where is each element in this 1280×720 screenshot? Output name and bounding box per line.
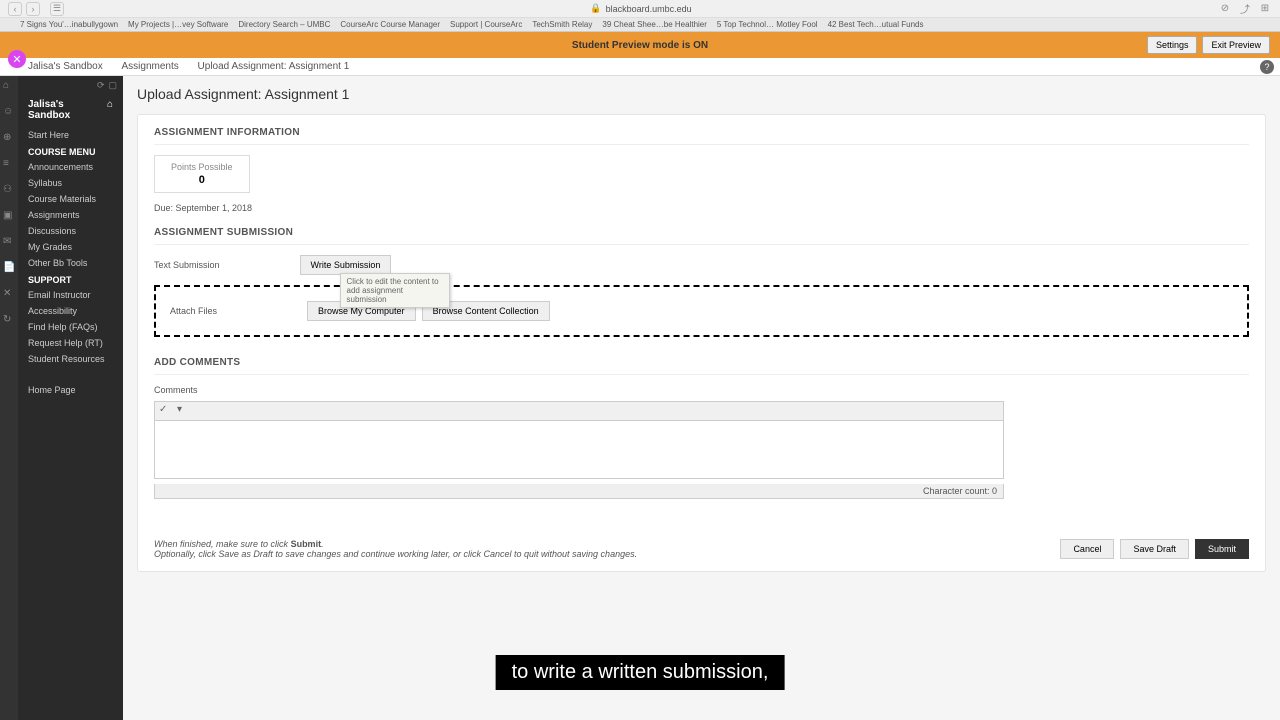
cancel-button[interactable]: Cancel — [1060, 539, 1114, 559]
tabs-icon[interactable]: ⊞ — [1258, 2, 1272, 16]
course-title[interactable]: Jalisa's Sandbox ⌂ — [18, 93, 123, 127]
breadcrumb-item[interactable]: Jalisa's Sandbox — [28, 61, 103, 72]
url-bar[interactable]: 🔒 blackboard.umbc.edu — [64, 3, 1218, 14]
sidebar-item-start-here[interactable]: Start Here — [18, 127, 123, 143]
sidebar-item-course-materials[interactable]: Course Materials — [18, 191, 123, 207]
page-title: Upload Assignment: Assignment 1 — [137, 86, 1266, 102]
shield-icon[interactable]: ⊘ — [1218, 2, 1232, 16]
bookmark-item[interactable]: 39 Cheat Shee…be Healthier — [602, 20, 707, 29]
list-icon[interactable]: ≡ — [3, 158, 15, 170]
chevron-down-icon[interactable]: ▾ — [177, 404, 191, 418]
breadcrumb-item: Upload Assignment: Assignment 1 — [198, 61, 350, 72]
sidebar-item-announcements[interactable]: Announcements — [18, 159, 123, 175]
points-value: 0 — [171, 174, 233, 186]
sidebar-item-accessibility[interactable]: Accessibility — [18, 303, 123, 319]
sidebar-item-email[interactable]: Email Instructor — [18, 287, 123, 303]
exit-icon[interactable]: ↻ — [3, 314, 15, 326]
share-icon[interactable]: ⤴ — [1238, 2, 1252, 16]
attach-files-label: Attach Files — [170, 306, 217, 316]
tools-icon[interactable]: ✕ — [3, 288, 15, 300]
bookmark-item[interactable]: 5 Top Technol… Motley Fool — [717, 20, 818, 29]
browser-nav: ‹ › ☰ — [8, 2, 64, 16]
lock-icon: 🔒 — [590, 3, 601, 14]
group-icon[interactable]: ⚇ — [3, 184, 15, 196]
attach-files-dropzone[interactable]: Attach Files Browse My Computer Browse C… — [154, 285, 1249, 337]
bookmark-item[interactable]: 42 Best Tech…utual Funds — [828, 20, 924, 29]
sidebar-item-faqs[interactable]: Find Help (FAQs) — [18, 319, 123, 335]
browser-right-icons: ⊘ ⤴ ⊞ — [1218, 2, 1272, 16]
comments-toolbar: ✓ ▾ — [154, 401, 1004, 421]
house-icon: ⌂ — [107, 99, 113, 121]
assignment-info-header: ASSIGNMENT INFORMATION — [154, 127, 1249, 145]
text-submission-row: Text Submission Write Submission Click t… — [154, 255, 1249, 275]
course-menu-header: COURSE MENU — [18, 143, 123, 159]
help-icon[interactable]: ? — [1260, 60, 1274, 74]
points-label: Points Possible — [171, 162, 233, 172]
footer-row: When finished, make sure to click Submit… — [154, 529, 1249, 559]
close-icon[interactable]: ✕ — [8, 50, 26, 68]
course-sidebar: ⟳ ▢ Jalisa's Sandbox ⌂ Start Here COURSE… — [18, 76, 123, 720]
footer-text: When finished, make sure to click Submit… — [154, 539, 637, 559]
bookmarks-bar: 7 Signs You'…inabullygown My Projects |…… — [0, 18, 1280, 32]
globe-icon[interactable]: ⊕ — [3, 132, 15, 144]
submit-button[interactable]: Submit — [1195, 539, 1249, 559]
icon-rail: ⌂ ☺ ⊕ ≡ ⚇ ▣ ✉ 📄 ✕ ↻ — [0, 76, 18, 720]
preview-banner: Student Preview mode is ON Settings Exit… — [0, 32, 1280, 58]
preview-text: Student Preview mode is ON — [0, 40, 1280, 51]
content-area: Upload Assignment: Assignment 1 ASSIGNME… — [123, 76, 1280, 720]
sidebar-home-page[interactable]: Home Page — [18, 377, 123, 403]
video-caption: to write a written submission, — [496, 655, 785, 690]
write-submission-button[interactable]: Write Submission — [300, 255, 392, 275]
assignment-submission-header: ASSIGNMENT SUBMISSION — [154, 227, 1249, 245]
points-box: Points Possible 0 — [154, 155, 250, 193]
sidebar-toggle[interactable]: ☰ — [50, 2, 64, 16]
sidebar-item-my-grades[interactable]: My Grades — [18, 239, 123, 255]
main-panel: ASSIGNMENT INFORMATION Points Possible 0… — [137, 114, 1266, 572]
exit-preview-button[interactable]: Exit Preview — [1202, 36, 1270, 54]
back-button[interactable]: ‹ — [8, 2, 22, 16]
due-date: Due: September 1, 2018 — [154, 203, 1249, 213]
save-draft-button[interactable]: Save Draft — [1120, 539, 1189, 559]
comments-label: Comments — [154, 385, 1249, 395]
text-submission-label: Text Submission — [154, 260, 220, 270]
sidebar-item-request-help[interactable]: Request Help (RT) — [18, 335, 123, 351]
breadcrumb: Jalisa's Sandbox Assignments Upload Assi… — [0, 58, 1280, 76]
sidebar-item-student-resources[interactable]: Student Resources — [18, 351, 123, 367]
mail-icon[interactable]: ✉ — [3, 236, 15, 248]
support-header: SUPPORT — [18, 271, 123, 287]
calendar-icon[interactable]: ▣ — [3, 210, 15, 222]
breadcrumb-item[interactable]: Assignments — [122, 61, 179, 72]
tooltip: Click to edit the content to add assignm… — [340, 273, 450, 308]
forward-button[interactable]: › — [26, 2, 40, 16]
bookmark-item[interactable]: Directory Search – UMBC — [238, 20, 330, 29]
bookmark-item[interactable]: 7 Signs You'…inabullygown — [20, 20, 118, 29]
bookmark-item[interactable]: Support | CourseArc — [450, 20, 522, 29]
browser-chrome: ‹ › ☰ 🔒 blackboard.umbc.edu ⊘ ⤴ ⊞ — [0, 0, 1280, 18]
home-icon[interactable]: ⌂ — [3, 80, 15, 92]
url-text: blackboard.umbc.edu — [606, 4, 692, 14]
sidebar-item-syllabus[interactable]: Syllabus — [18, 175, 123, 191]
spellcheck-icon[interactable]: ✓ — [159, 404, 173, 418]
char-count: Character count: 0 — [154, 484, 1004, 499]
bookmark-item[interactable]: TechSmith Relay — [532, 20, 592, 29]
doc-icon[interactable]: 📄 — [3, 262, 15, 274]
comments-textarea[interactable] — [154, 421, 1004, 479]
settings-button[interactable]: Settings — [1147, 36, 1198, 54]
sidebar-controls: ⟳ ▢ — [18, 78, 123, 93]
bookmark-item[interactable]: CourseArc Course Manager — [340, 20, 440, 29]
add-comments-header: ADD COMMENTS — [154, 357, 1249, 375]
refresh-icon[interactable]: ⟳ — [97, 80, 105, 91]
sidebar-item-other-tools[interactable]: Other Bb Tools — [18, 255, 123, 271]
sidebar-item-discussions[interactable]: Discussions — [18, 223, 123, 239]
sidebar-item-assignments[interactable]: Assignments — [18, 207, 123, 223]
bookmark-item[interactable]: My Projects |…vey Software — [128, 20, 228, 29]
window-icon[interactable]: ▢ — [108, 80, 117, 91]
user-icon[interactable]: ☺ — [3, 106, 15, 118]
